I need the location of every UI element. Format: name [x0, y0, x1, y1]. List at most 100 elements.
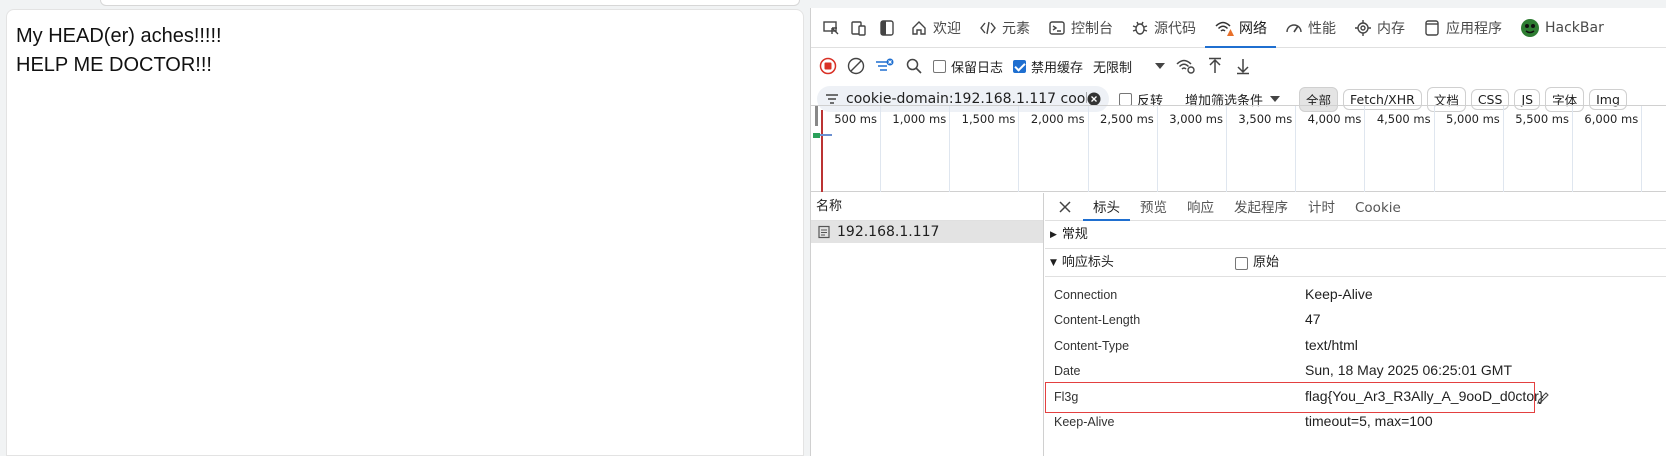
tab-timing[interactable]: 计时 — [1298, 193, 1345, 221]
timeline-tick-label: 500 ms — [834, 112, 877, 126]
export-har-button[interactable] — [1234, 57, 1252, 75]
clear-button[interactable] — [847, 57, 865, 75]
invert-check[interactable] — [1119, 92, 1132, 106]
header-row: Fl3g flag{You_Ar3_R3Ally_A_9ooD_d0ctor} — [1045, 381, 1666, 413]
chip-icon — [1355, 19, 1371, 36]
timeline-request-bar — [813, 133, 820, 138]
timeline-tick-label: 1,500 ms — [961, 112, 1016, 126]
header-name: Content-Type — [1054, 338, 1130, 353]
timeline-gridline — [949, 106, 951, 192]
header-value[interactable]: Sun, 18 May 2025 06:25:01 GMT — [1305, 362, 1512, 378]
tab-welcome[interactable]: 欢迎 — [901, 8, 970, 48]
preserve-log-label: 保留日志 — [951, 60, 1004, 76]
edit-pencil-icon[interactable] — [1536, 391, 1550, 405]
tab-elements-label: 元素 — [1002, 20, 1030, 37]
tab-hackbar[interactable]: HackBar — [1511, 8, 1613, 48]
network-conditions-button[interactable] — [1176, 57, 1196, 75]
throttle-select[interactable]: 无限制 — [1093, 57, 1166, 76]
dock-side-icon[interactable] — [878, 19, 896, 37]
requests-area: 名称 192.168.1.117 标头 预览 响应 发起程序 计时 Cookie… — [811, 193, 1666, 456]
record-stop-icon — [819, 57, 837, 75]
import-har-button[interactable] — [1206, 57, 1224, 75]
page-line-1: My HEAD(er) aches!!!!! — [16, 25, 222, 47]
timeline-tick-label: 3,500 ms — [1238, 112, 1293, 126]
timeline-gridline — [880, 106, 881, 192]
header-value[interactable]: text/html — [1305, 337, 1358, 353]
header-value[interactable]: flag{You_Ar3_R3Ally_A_9ooD_d0ctor} — [1305, 388, 1543, 404]
timeline-gridline — [1572, 106, 1573, 192]
header-row: Connection Keep-Alive — [1045, 283, 1666, 308]
inspect-element-icon[interactable] — [822, 19, 840, 37]
home-icon — [912, 20, 926, 35]
timeline-tick-label: 3,000 ms — [1169, 112, 1223, 126]
raw-checkbox[interactable]: 原始 — [1235, 249, 1279, 277]
timeline-gridline — [1641, 106, 1643, 192]
header-name: Content-Length — [1054, 313, 1141, 328]
page-line-2: HELP ME DOCTOR!!! — [16, 54, 212, 76]
tab-console-label: 控制台 — [1071, 20, 1113, 37]
tab-console[interactable]: 控制台 — [1039, 8, 1122, 48]
tab-elements[interactable]: 元素 — [970, 8, 1039, 48]
response-headers-section-header[interactable]: ▼ 响应标头 原始 — [1045, 249, 1666, 277]
response-headers-label: 响应标头 — [1061, 254, 1114, 270]
timeline-tick-label: 4,000 ms — [1307, 112, 1362, 126]
address-bar-edge — [100, 0, 800, 6]
record-button[interactable] — [819, 57, 837, 75]
disable-cache-checkbox[interactable]: 禁用缓存 — [1013, 57, 1083, 76]
timeline-gridline — [1156, 106, 1158, 192]
header-name: Date — [1054, 364, 1081, 379]
throttle-value: 无限制 — [1093, 60, 1133, 76]
header-value[interactable]: Keep-Alive — [1305, 286, 1373, 302]
tab-performance-label: 性能 — [1308, 20, 1336, 37]
timeline-tick-label: 5,500 ms — [1515, 112, 1569, 126]
preserve-log-checkbox[interactable]: 保留日志 — [933, 57, 1003, 76]
tab-sources[interactable]: 源代码 — [1122, 8, 1205, 48]
devtools-tab-bar: 欢迎 元素 控制台 源代码 网络 性能 内存 应用程序 HackBar — [811, 8, 1666, 48]
close-detail-button[interactable] — [1053, 200, 1077, 214]
search-icon — [906, 58, 922, 74]
clear-filter-icon[interactable] — [1087, 92, 1101, 106]
timeline-tick-label: 6,000 ms — [1584, 112, 1639, 126]
header-value[interactable]: 47 — [1305, 311, 1321, 327]
search-button[interactable] — [905, 57, 923, 75]
timeline-tick-label: 2,500 ms — [1100, 112, 1154, 126]
preserve-log-check[interactable] — [933, 59, 946, 73]
tab-response[interactable]: 响应 — [1177, 193, 1224, 221]
general-label: 常规 — [1061, 226, 1088, 242]
timeline-gridline — [1502, 106, 1504, 192]
filter-toggle-button[interactable] — [875, 57, 895, 75]
collapse-triangle-icon: ▼ — [1050, 257, 1057, 268]
timeline-tick-label: 4,500 ms — [1376, 112, 1431, 126]
device-toolbar-icon[interactable] — [850, 19, 868, 37]
hackbar-icon — [1521, 18, 1539, 37]
timeline-gridline — [1018, 106, 1020, 192]
header-value[interactable]: timeout=5, max=100 — [1305, 413, 1433, 429]
network-overview-timeline[interactable]: 500 ms 1,000 ms 1,500 ms 2,000 ms 2,500 ms 3,… — [811, 105, 1666, 192]
tab-memory[interactable]: 内存 — [1345, 8, 1414, 48]
response-headers-list: Connection Keep-Alive Content-Length 47 Cont… — [1045, 283, 1666, 435]
request-row[interactable]: 192.168.1.117 — [811, 221, 1043, 243]
upload-icon — [1209, 57, 1222, 73]
disable-cache-check[interactable] — [1013, 59, 1027, 73]
header-row: Content-Length 47 — [1045, 308, 1666, 333]
tab-application[interactable]: 应用程序 — [1414, 8, 1511, 48]
raw-check[interactable] — [1235, 256, 1248, 270]
tab-headers[interactable]: 标头 — [1083, 193, 1130, 221]
timeline-request-bar-wait — [820, 134, 832, 136]
timeline-gridline — [1226, 106, 1227, 192]
tab-initiator[interactable]: 发起程序 — [1224, 193, 1298, 221]
tab-cookies[interactable]: Cookie — [1345, 193, 1411, 221]
tab-preview[interactable]: 预览 — [1130, 193, 1177, 221]
timeline-gridline — [1087, 106, 1089, 192]
tab-network[interactable]: 网络 — [1205, 10, 1276, 48]
wifi-warning-icon — [1215, 21, 1234, 36]
tab-performance[interactable]: 性能 — [1276, 8, 1345, 48]
code-icon — [980, 21, 996, 34]
general-section-header[interactable]: ▶ 常规 — [1045, 221, 1666, 249]
name-column-header[interactable]: 名称 — [811, 193, 1043, 221]
tab-welcome-label: 欢迎 — [933, 20, 961, 37]
timeline-gridline — [1433, 106, 1435, 192]
timeline-scroll-handle[interactable] — [815, 106, 818, 126]
close-icon — [1059, 200, 1071, 213]
disable-cache-label: 禁用缓存 — [1031, 60, 1084, 76]
